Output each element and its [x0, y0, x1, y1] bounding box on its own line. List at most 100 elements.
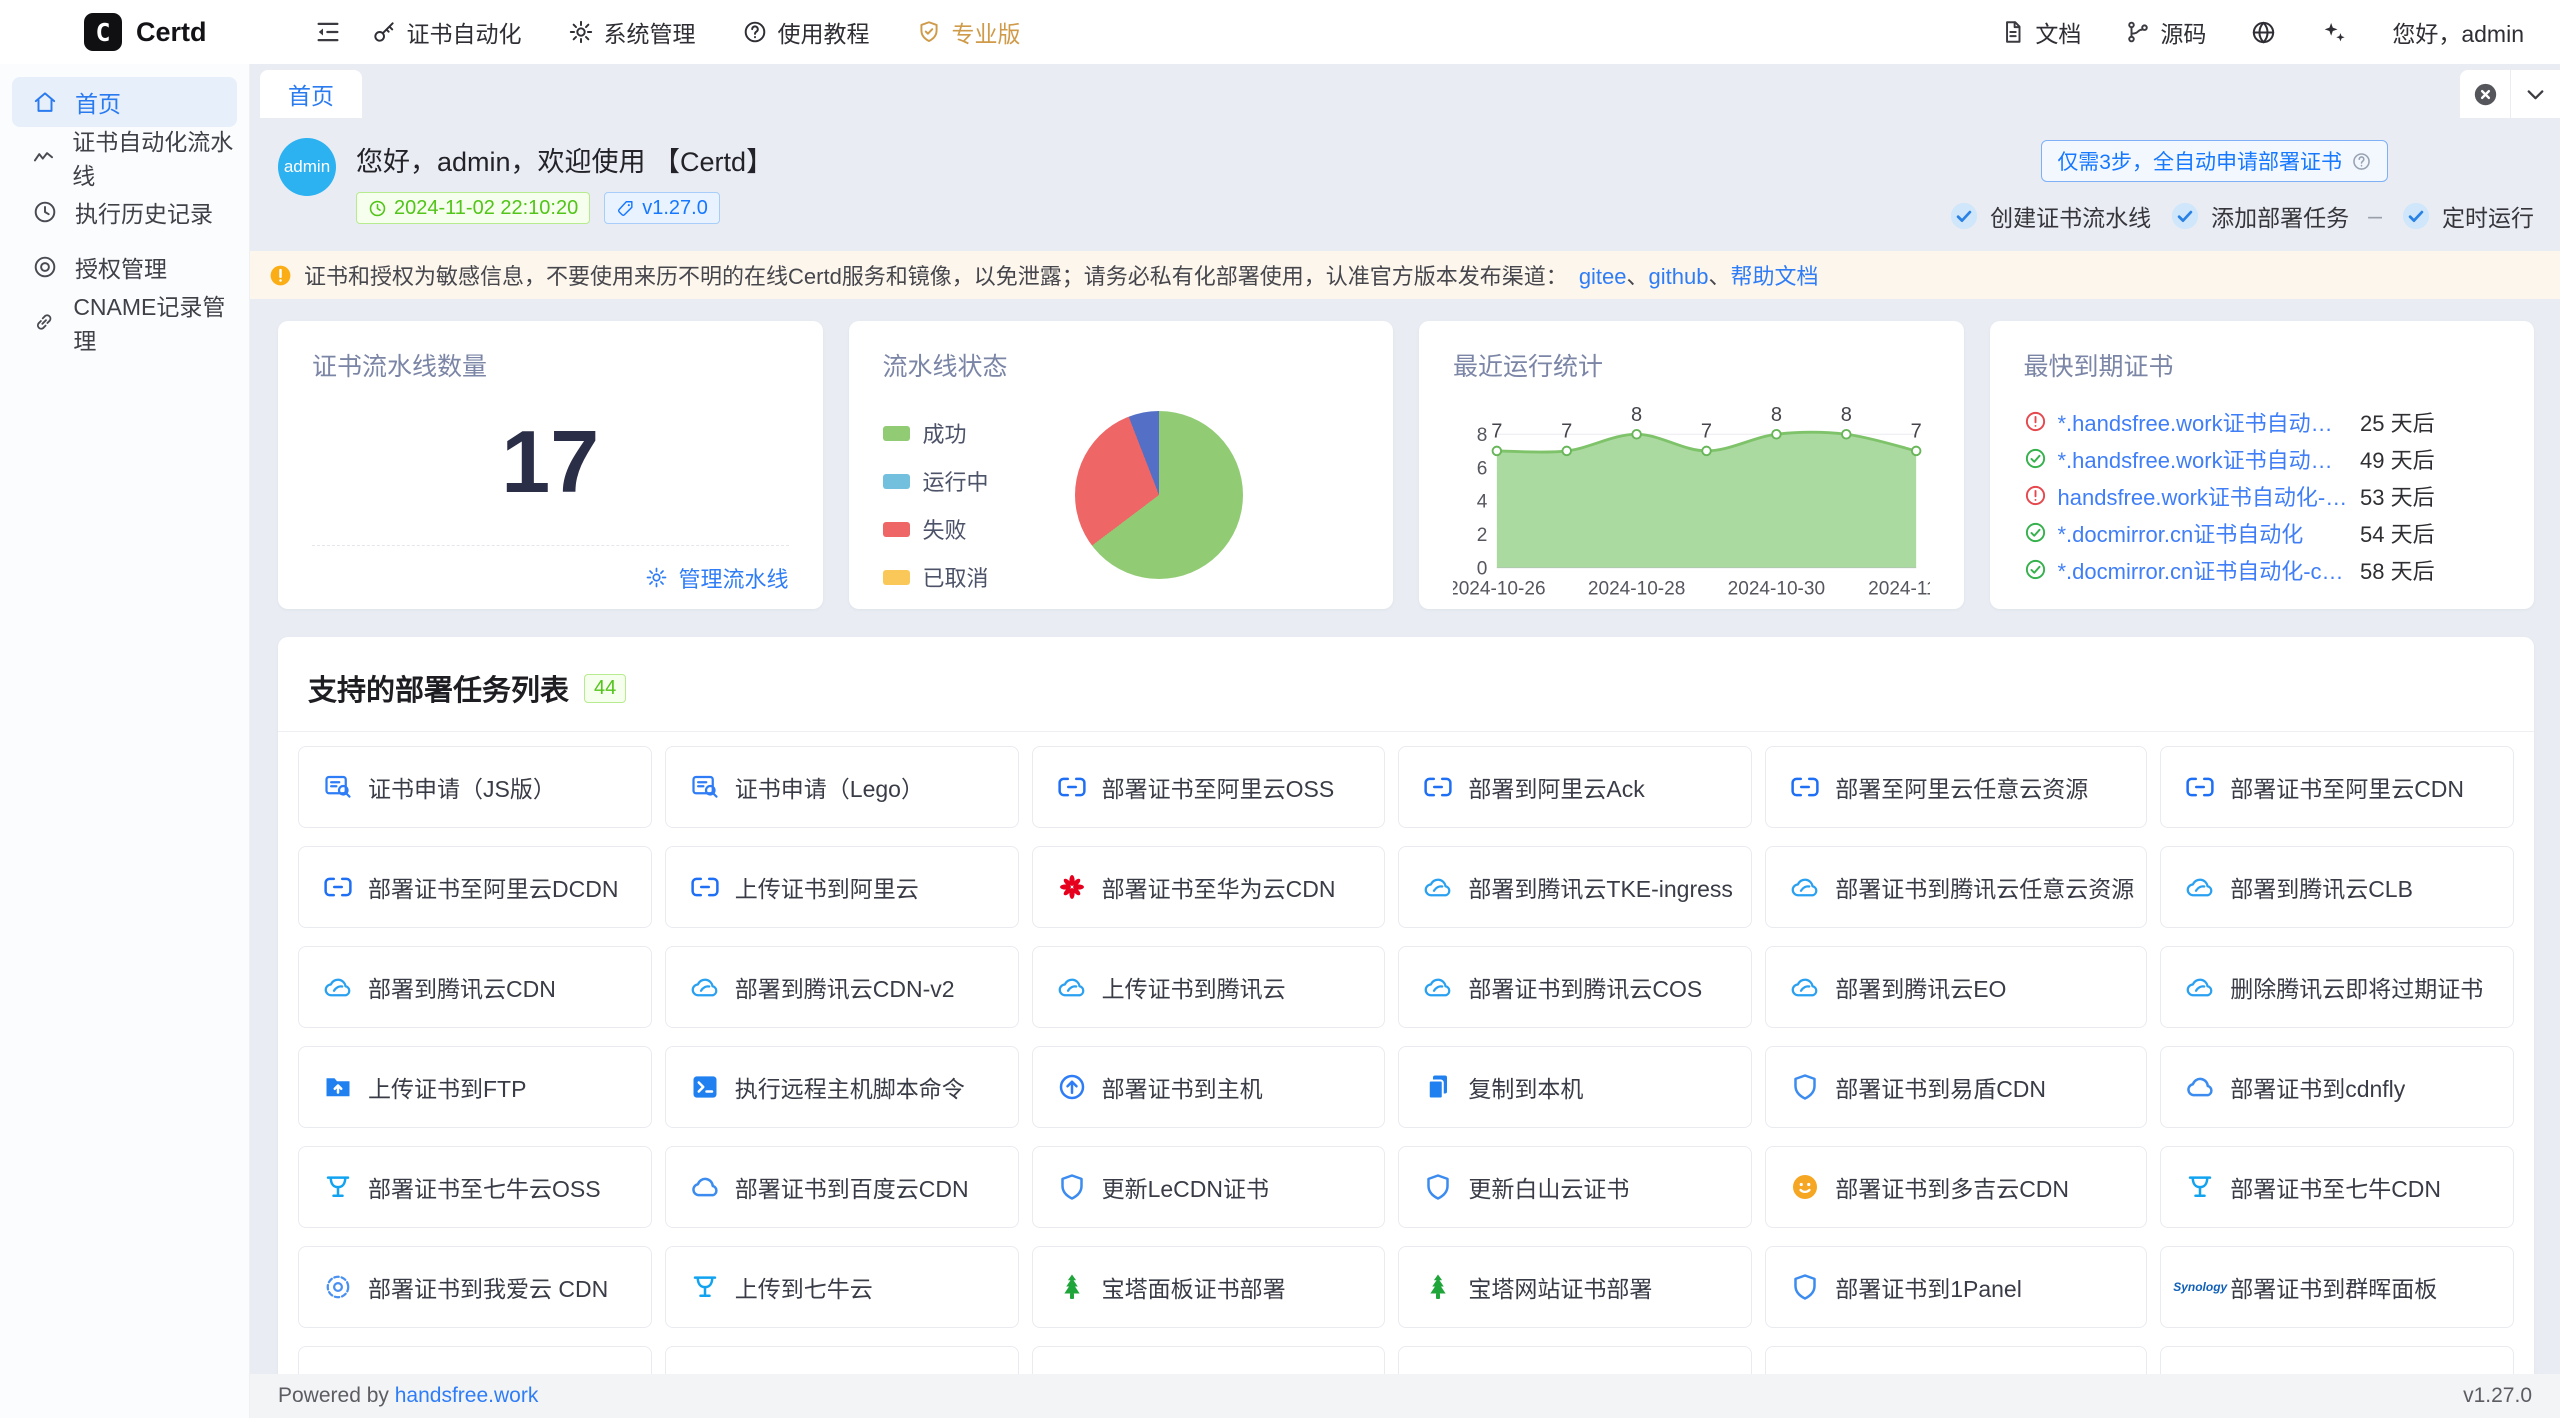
task-card-16[interactable]: 部署到腾讯云EO	[1765, 946, 2147, 1028]
card-title: 流水线状态	[883, 347, 1360, 383]
time-badge: 2024-11-02 22:10:20	[356, 192, 590, 224]
cert-name[interactable]: *.handsfree.work证书自动化--zerossl	[2058, 443, 2350, 475]
task-card-24[interactable]: 部署证书至七牛云OSS	[298, 1146, 652, 1228]
tabs-menu-button[interactable]	[2510, 70, 2560, 118]
task-card-14[interactable]: 上传证书到腾讯云	[1032, 946, 1386, 1028]
task-card-18[interactable]: 上传证书到FTP	[298, 1046, 652, 1128]
cert-name[interactable]: *.docmirror.cn证书自动化	[2058, 517, 2350, 549]
powered-by-text: Powered by	[278, 1384, 389, 1407]
pipeline-count-value: 17	[312, 411, 789, 513]
cert-name[interactable]: handsfree.work证书自动化-zerossl	[2058, 480, 2350, 512]
sidebar-item-1[interactable]: 证书自动化流水线	[12, 132, 237, 182]
expiring-cert-row-4[interactable]: *.docmirror.cn证书自动化-certd-doc58 天后	[2024, 551, 2501, 588]
task-card-12[interactable]: 部署到腾讯云CDN	[298, 946, 652, 1028]
sparkles-icon[interactable]	[2321, 19, 2348, 46]
shield-icon	[1790, 1272, 1820, 1302]
task-card-0[interactable]: 证书申请（JS版）	[298, 746, 652, 828]
task-card-25[interactable]: 部署证书到百度云CDN	[665, 1146, 1019, 1228]
nav-item-0[interactable]: 证书自动化	[371, 15, 522, 49]
handsfree-link[interactable]: handsfree.work	[395, 1384, 539, 1407]
task-card-10[interactable]: 部署证书到腾讯云任意云资源	[1765, 846, 2147, 928]
task-card-22[interactable]: 部署证书到易盾CDN	[1765, 1046, 2147, 1128]
task-card-2[interactable]: 部署证书至阿里云OSS	[1032, 746, 1386, 828]
task-card-30[interactable]: 部署证书到我爱云 CDN	[298, 1246, 652, 1328]
task-card-28[interactable]: 部署证书到多吉云CDN	[1765, 1146, 2147, 1228]
expiring-cert-row-1[interactable]: *.handsfree.work证书自动化--zerossl49 天后	[2024, 440, 2501, 477]
close-all-tabs-button[interactable]	[2460, 70, 2510, 118]
task-card-34[interactable]: 部署证书到1Panel	[1765, 1246, 2147, 1328]
task-card-26[interactable]: 更新LeCDN证书	[1032, 1146, 1386, 1228]
expiring-certs-card: 最快到期证书 *.handsfree.work证书自动化-lego25 天后*.…	[1990, 321, 2535, 609]
sidebar-item-3[interactable]: 授权管理	[12, 242, 237, 292]
expiring-cert-row-2[interactable]: handsfree.work证书自动化-zerossl53 天后	[2024, 477, 2501, 514]
task-card-29[interactable]: 部署证书至七牛CDN	[2160, 1146, 2514, 1228]
task-card-27[interactable]: 更新白山云证书	[1398, 1146, 1752, 1228]
cloud-icon	[690, 1172, 720, 1202]
legend-swatch	[883, 426, 910, 441]
status-success-icon	[2024, 521, 2047, 544]
cert-name[interactable]: *.docmirror.cn证书自动化-certd-doc	[2058, 554, 2350, 586]
task-label: 上传到七牛云	[735, 1270, 873, 1304]
svg-text:7: 7	[1491, 421, 1502, 443]
task-card-8[interactable]: 部署证书至华为云CDN	[1032, 846, 1386, 928]
sidebar-item-label: 执行历史记录	[75, 195, 213, 229]
legend-item-0[interactable]: 成功	[883, 417, 989, 449]
legend-swatch	[883, 474, 910, 489]
tencent-icon	[1423, 872, 1453, 902]
task-card-17[interactable]: 删除腾讯云即将过期证书	[2160, 946, 2514, 1028]
task-card-1[interactable]: 证书申请（Lego）	[665, 746, 1019, 828]
user-greeting[interactable]: 您好，admin	[2392, 15, 2524, 49]
notice-text: 证书和授权为敏感信息，不要使用来历不明的在线Certd服务和镜像，以免泄露；请务…	[304, 259, 1568, 291]
shield-icon	[1790, 1072, 1820, 1102]
menu-collapse-icon[interactable]	[313, 17, 343, 47]
manage-pipelines-link[interactable]: 管理流水线	[645, 562, 788, 594]
qiniu-icon	[2185, 1172, 2215, 1202]
notice-link-gitee[interactable]: gitee	[1579, 264, 1627, 289]
task-card-5[interactable]: 部署证书至阿里云CDN	[2160, 746, 2514, 828]
legend-item-3[interactable]: 已取消	[883, 561, 989, 593]
task-card-3[interactable]: 部署到阿里云Ack	[1398, 746, 1752, 828]
docs-link[interactable]: 文档	[2000, 15, 2081, 49]
deploy-tasks-panel: 支持的部署任务列表 44 证书申请（JS版）证书申请（Lego）部署证书至阿里云…	[278, 637, 2534, 1399]
expiring-cert-row-0[interactable]: *.handsfree.work证书自动化-lego25 天后	[2024, 403, 2501, 440]
version-value: v1.27.0	[642, 197, 708, 219]
host-upload-icon	[1057, 1072, 1087, 1102]
task-card-31[interactable]: 上传到七牛云	[665, 1246, 1019, 1328]
cert-name[interactable]: *.handsfree.work证书自动化-lego	[2058, 406, 2350, 438]
tencent-icon	[1057, 972, 1087, 1002]
globe-icon[interactable]	[2250, 19, 2277, 46]
pie-legend: 成功运行中失败已取消未执行	[883, 417, 989, 609]
task-card-32[interactable]: 宝塔面板证书部署	[1032, 1246, 1386, 1328]
area-chart-svg: 0246877878872024-10-262024-10-282024-10-…	[1453, 387, 1930, 609]
nav-item-2[interactable]: 使用教程	[742, 15, 870, 49]
sidebar-item-0[interactable]: 首页	[12, 77, 237, 127]
status-success-icon	[2024, 558, 2047, 581]
legend-item-2[interactable]: 失败	[883, 513, 989, 545]
tab-home[interactable]: 首页	[260, 70, 362, 118]
promo-badge[interactable]: 仅需3步，全自动申请部署证书	[2041, 140, 2388, 182]
home-icon	[32, 89, 58, 115]
task-card-7[interactable]: 上传证书到阿里云	[665, 846, 1019, 928]
expiring-cert-row-3[interactable]: *.docmirror.cn证书自动化54 天后	[2024, 514, 2501, 551]
certd-logo-icon: C	[84, 13, 122, 51]
nav-item-1[interactable]: 系统管理	[568, 15, 696, 49]
task-card-13[interactable]: 部署到腾讯云CDN-v2	[665, 946, 1019, 1028]
task-card-19[interactable]: 执行远程主机脚本命令	[665, 1046, 1019, 1128]
legend-item-1[interactable]: 运行中	[883, 465, 989, 497]
task-card-21[interactable]: 复制到本机	[1398, 1046, 1752, 1128]
source-link[interactable]: 源码	[2125, 15, 2206, 49]
task-card-23[interactable]: 部署证书到cdnfly	[2160, 1046, 2514, 1128]
notice-link-github[interactable]: github	[1649, 264, 1709, 289]
task-card-15[interactable]: 部署证书到腾讯云COS	[1398, 946, 1752, 1028]
sidebar-item-4[interactable]: CNAME记录管理	[12, 297, 237, 347]
task-card-4[interactable]: 部署至阿里云任意云资源	[1765, 746, 2147, 828]
nav-item-3[interactable]: 专业版	[916, 15, 1021, 49]
notice-link-帮助文档[interactable]: 帮助文档	[1731, 264, 1819, 289]
task-card-35[interactable]: Synology部署证书到群晖面板	[2160, 1246, 2514, 1328]
task-card-33[interactable]: 宝塔网站证书部署	[1398, 1246, 1752, 1328]
sidebar-item-2[interactable]: 执行历史记录	[12, 187, 237, 237]
task-card-6[interactable]: 部署证书至阿里云DCDN	[298, 846, 652, 928]
task-card-20[interactable]: 部署证书到主机	[1032, 1046, 1386, 1128]
task-card-9[interactable]: 部署到腾讯云TKE-ingress	[1398, 846, 1752, 928]
task-card-11[interactable]: 部署到腾讯云CLB	[2160, 846, 2514, 928]
